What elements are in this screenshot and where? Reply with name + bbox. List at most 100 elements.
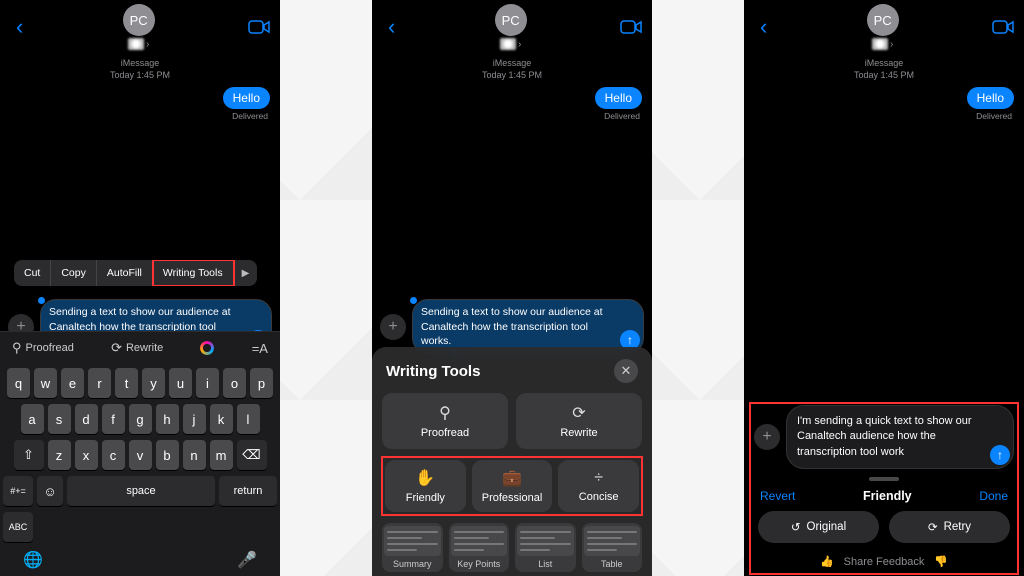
compass-icon: ⟳: [111, 340, 122, 356]
kb-format-icon[interactable]: =A: [252, 341, 268, 356]
delivery-status: Delivered: [372, 109, 652, 121]
tile-rewrite[interactable]: ⟳Rewrite: [516, 393, 642, 449]
key-i[interactable]: i: [196, 368, 219, 398]
key-c[interactable]: c: [102, 440, 125, 470]
key-y[interactable]: y: [142, 368, 165, 398]
message-bubble[interactable]: Hello: [595, 87, 642, 109]
selection-handle-start[interactable]: [38, 297, 45, 304]
writing-tools-panel: Writing Tools ✕ ⚲Proofread ⟳Rewrite ✋Fri…: [372, 347, 652, 576]
kb-rewrite[interactable]: ⟳Rewrite: [111, 340, 163, 356]
tile-friendly[interactable]: ✋Friendly: [385, 460, 466, 512]
shift-key[interactable]: ⇧: [14, 440, 44, 470]
mic-key[interactable]: 🎤: [237, 550, 257, 570]
tile-proofread[interactable]: ⚲Proofread: [382, 393, 508, 449]
return-key[interactable]: return: [219, 476, 277, 506]
key-k[interactable]: k: [210, 404, 233, 434]
message-bubble[interactable]: Hello: [967, 87, 1014, 109]
kb-apple-intel-icon[interactable]: [200, 341, 214, 355]
emoji-key[interactable]: ☺: [37, 476, 63, 506]
globe-key[interactable]: 🌐: [23, 550, 43, 570]
key-t[interactable]: t: [115, 368, 138, 398]
message-input[interactable]: I'm sending a quick text to show our Can…: [786, 405, 1014, 469]
key-d[interactable]: d: [75, 404, 98, 434]
share-feedback[interactable]: 👍 Share Feedback 👎: [750, 551, 1018, 574]
original-button[interactable]: ↺Original: [758, 511, 879, 543]
space-key[interactable]: space: [67, 476, 215, 506]
tile-key-points[interactable]: Key Points: [449, 523, 510, 572]
divide-icon: ÷: [594, 469, 603, 487]
text-context-menu: Cut Copy AutoFill Writing Tools ▶: [14, 260, 257, 286]
close-button[interactable]: ✕: [614, 359, 638, 383]
key-x[interactable]: x: [75, 440, 98, 470]
back-button[interactable]: ‹: [10, 12, 29, 42]
contact-header[interactable]: PC ›: [123, 4, 155, 50]
thumbs-down-icon[interactable]: 👎: [934, 555, 948, 568]
key-a[interactable]: a: [21, 404, 44, 434]
done-button[interactable]: Done: [979, 489, 1008, 503]
tile-table[interactable]: Table: [582, 523, 643, 572]
key-g[interactable]: g: [129, 404, 152, 434]
key-j[interactable]: j: [183, 404, 206, 434]
sheet-grabber[interactable]: [869, 477, 899, 481]
key-w[interactable]: w: [34, 368, 57, 398]
ctx-autofill[interactable]: AutoFill: [97, 260, 153, 286]
facetime-button[interactable]: [992, 20, 1014, 34]
key-l[interactable]: l: [237, 404, 260, 434]
revert-button[interactable]: Revert: [760, 489, 795, 503]
keyboard[interactable]: qwertyuiop asdfghjkl ⇧ zxcvbnm ⌫ #+= ☺ s…: [0, 364, 280, 576]
screenshot-1: ‹ PC › iMessageToday 1:45 PM Hello Deliv…: [0, 0, 280, 576]
key-m[interactable]: m: [210, 440, 233, 470]
tile-summary[interactable]: Summary: [382, 523, 443, 572]
panel-title: Writing Tools: [386, 363, 480, 380]
key-u[interactable]: u: [169, 368, 192, 398]
key-p[interactable]: p: [250, 368, 273, 398]
delete-key[interactable]: ⌫: [237, 440, 267, 470]
key-b[interactable]: b: [156, 440, 179, 470]
numsym-key[interactable]: #+=: [3, 476, 33, 506]
tile-list[interactable]: List: [515, 523, 576, 572]
clock-icon: ↺: [791, 520, 801, 534]
abc-key[interactable]: ABC: [3, 512, 33, 542]
contact-header[interactable]: PC ›: [495, 4, 527, 50]
selection-handle-start[interactable]: [410, 297, 417, 304]
ctx-more-icon[interactable]: ▶: [234, 262, 258, 285]
tone-row: ✋Friendly 💼Professional ÷Concise: [382, 457, 642, 515]
kb-proofread[interactable]: ⚲Proofread: [12, 340, 74, 356]
key-e[interactable]: e: [61, 368, 84, 398]
avatar: PC: [867, 4, 899, 36]
facetime-button[interactable]: [620, 20, 642, 34]
contact-thumb-icon: [872, 38, 888, 50]
key-s[interactable]: s: [48, 404, 71, 434]
magnify-icon: ⚲: [12, 340, 22, 356]
thumbs-up-icon[interactable]: 👍: [820, 555, 834, 568]
message-bubble[interactable]: Hello: [223, 87, 270, 109]
retry-button[interactable]: ⟳Retry: [889, 511, 1010, 543]
hand-icon: ✋: [415, 468, 435, 488]
ctx-cut[interactable]: Cut: [14, 260, 51, 286]
key-r[interactable]: r: [88, 368, 111, 398]
contact-header[interactable]: PC ›: [867, 4, 899, 50]
back-button[interactable]: ‹: [382, 12, 401, 42]
attach-button[interactable]: +: [380, 314, 406, 340]
key-o[interactable]: o: [223, 368, 246, 398]
ctx-writing-tools[interactable]: Writing Tools: [153, 260, 234, 286]
send-button[interactable]: ↑: [990, 445, 1010, 465]
ctx-copy[interactable]: Copy: [51, 260, 97, 286]
key-h[interactable]: h: [156, 404, 179, 434]
tile-concise[interactable]: ÷Concise: [558, 460, 639, 512]
tile-professional[interactable]: 💼Professional: [472, 460, 553, 512]
facetime-button[interactable]: [248, 20, 270, 34]
back-button[interactable]: ‹: [754, 12, 773, 42]
screenshot-3: ‹ PC › iMessageToday 1:45 PM Hello Deliv…: [744, 0, 1024, 576]
key-f[interactable]: f: [102, 404, 125, 434]
key-q[interactable]: q: [7, 368, 30, 398]
contact-thumb-icon: [128, 38, 144, 50]
avatar: PC: [495, 4, 527, 36]
message-input[interactable]: Sending a text to show our audience at C…: [412, 299, 644, 354]
key-v[interactable]: v: [129, 440, 152, 470]
key-n[interactable]: n: [183, 440, 206, 470]
avatar: PC: [123, 4, 155, 36]
chevron-right-icon: ›: [146, 39, 149, 50]
attach-button[interactable]: +: [754, 424, 780, 450]
key-z[interactable]: z: [48, 440, 71, 470]
